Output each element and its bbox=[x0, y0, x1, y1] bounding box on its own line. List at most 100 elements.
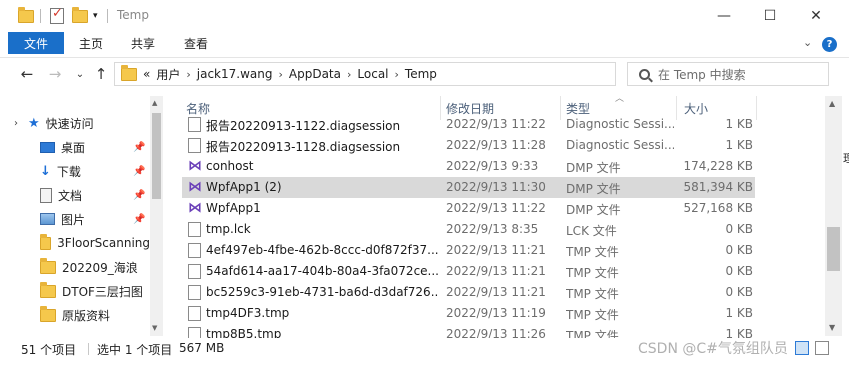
divider bbox=[107, 9, 108, 23]
scrollbar-thumb[interactable] bbox=[827, 227, 840, 271]
file-icon bbox=[188, 222, 201, 237]
tab-share[interactable]: 共享 bbox=[131, 32, 155, 54]
watermark: CSDN @C#气氛组队员 bbox=[638, 341, 788, 357]
scroll-up-icon[interactable]: ▲ bbox=[152, 99, 157, 107]
file-size: 1 KB bbox=[725, 306, 753, 320]
tab-file[interactable]: 文件 bbox=[8, 32, 64, 54]
file-date: 2022/9/13 11:21 bbox=[446, 285, 546, 299]
file-icon bbox=[188, 138, 201, 153]
navigation-pane: › ★ 快速访问 桌面 ↓ 下载 文档 图片 📌 📌 📌 📌 3FloorSca… bbox=[0, 96, 163, 336]
file-name: conhost bbox=[206, 159, 254, 173]
divider bbox=[40, 9, 41, 23]
large-icons-view-icon[interactable] bbox=[815, 341, 829, 355]
breadcrumb-separator[interactable]: › bbox=[186, 68, 190, 81]
list-item[interactable]: tmp.lck 2022/9/13 8:35 LCK 文件 0 KB bbox=[182, 219, 755, 240]
nav-item-folder[interactable]: 3FloorScanning bbox=[40, 232, 150, 254]
search-icon bbox=[639, 68, 650, 80]
chevron-down-icon[interactable]: ⌄ bbox=[803, 36, 812, 49]
nav-item-folder[interactable]: 202209_海浪 bbox=[40, 256, 150, 278]
file-type: TMP 文件 bbox=[566, 245, 619, 259]
breadcrumb-appdata[interactable]: AppData bbox=[289, 67, 341, 81]
folder-icon bbox=[40, 233, 52, 250]
tab-view[interactable]: 查看 bbox=[184, 32, 208, 54]
scroll-up-icon[interactable]: ▲ bbox=[829, 99, 835, 108]
file-name: bc5259c3-91eb-4731-ba6d-d3daf726... bbox=[206, 285, 438, 299]
file-type: DMP 文件 bbox=[566, 182, 621, 196]
close-button[interactable]: ✕ bbox=[793, 0, 839, 32]
list-item-selected[interactable]: ⋈ WpfApp1 (2) 2022/9/13 11:30 DMP 文件 581… bbox=[182, 177, 755, 198]
file-icon bbox=[188, 264, 201, 279]
maximize-button[interactable]: ☐ bbox=[747, 0, 793, 32]
pin-icon[interactable]: 📌 bbox=[133, 214, 145, 225]
breadcrumb-local[interactable]: Local bbox=[357, 67, 388, 81]
file-size: 527,168 KB bbox=[683, 201, 753, 215]
navigation-scrollbar[interactable]: ▲ ▼ bbox=[150, 96, 163, 336]
scrollbar-thumb[interactable] bbox=[152, 113, 161, 199]
pin-icon[interactable]: 📌 bbox=[133, 166, 145, 177]
visual-studio-icon: ⋈ bbox=[188, 200, 202, 216]
folder-icon bbox=[40, 281, 56, 298]
file-type: TMP 文件 bbox=[566, 308, 619, 322]
scroll-down-icon[interactable]: ▼ bbox=[829, 323, 835, 332]
file-name: 报告20220913-1122.diagsession bbox=[206, 119, 401, 133]
document-icon bbox=[40, 187, 52, 203]
list-item[interactable]: ⋈ WpfApp1 2022/9/13 11:22 DMP 文件 527,168… bbox=[182, 198, 755, 219]
pin-icon[interactable]: 📌 bbox=[133, 142, 145, 153]
list-item[interactable]: ⋈ conhost 2022/9/13 9:33 DMP 文件 174,228 … bbox=[182, 156, 755, 177]
chevron-right-icon[interactable]: › bbox=[14, 118, 18, 129]
properties-icon[interactable] bbox=[50, 6, 64, 25]
file-list: 报告20220913-1122.diagsession 2022/9/13 11… bbox=[182, 116, 757, 338]
list-item[interactable]: 报告20220913-1128.diagsession 2022/9/13 11… bbox=[182, 135, 755, 156]
list-item[interactable]: tmp8B5.tmp 2022/9/13 11:26 TMP 文件 1 KB bbox=[182, 324, 755, 338]
file-name: WpfApp1 (2) bbox=[206, 180, 282, 194]
list-item[interactable]: tmp4DF3.tmp 2022/9/13 11:19 TMP 文件 1 KB bbox=[182, 303, 755, 324]
new-folder-icon[interactable] bbox=[72, 6, 88, 25]
nav-item-label: 图片 bbox=[61, 212, 86, 227]
folder-icon bbox=[40, 257, 56, 274]
file-type: TMP 文件 bbox=[566, 329, 619, 338]
download-icon: ↓ bbox=[40, 163, 51, 179]
pictures-icon bbox=[40, 213, 55, 225]
list-item[interactable]: 4ef497eb-4fbe-462b-8ccc-d0f872f37... 202… bbox=[182, 240, 755, 261]
breadcrumb-separator[interactable]: › bbox=[347, 68, 351, 81]
pin-icon[interactable]: 📌 bbox=[133, 190, 145, 201]
file-list-scrollbar[interactable]: ▲ ▼ bbox=[825, 96, 842, 336]
list-item[interactable]: bc5259c3-91eb-4731-ba6d-d3daf726... 2022… bbox=[182, 282, 755, 303]
nav-item-label: 下载 bbox=[56, 164, 81, 179]
file-type: Diagnostic Sessi... bbox=[566, 117, 674, 131]
up-button[interactable]: ↑ bbox=[91, 64, 111, 84]
breadcrumb-users[interactable]: 用户 bbox=[156, 66, 180, 83]
list-item[interactable]: 报告20220913-1122.diagsession 2022/9/13 11… bbox=[182, 116, 755, 135]
tab-home[interactable]: 主页 bbox=[79, 32, 103, 54]
breadcrumb-separator[interactable]: › bbox=[278, 68, 282, 81]
clipped-text: 理 bbox=[843, 152, 849, 165]
sort-indicator-icon: ︿ bbox=[615, 94, 625, 104]
nav-item-folder[interactable]: 原版资料 bbox=[40, 304, 150, 326]
file-date: 2022/9/13 11:19 bbox=[446, 306, 546, 320]
nav-item-label: 原版资料 bbox=[62, 308, 111, 323]
help-icon[interactable]: ? bbox=[822, 37, 837, 52]
recent-locations-button[interactable]: ⌄ bbox=[70, 64, 90, 84]
list-item[interactable]: 54afd614-aa17-404b-80a4-3fa072ce... 2022… bbox=[182, 261, 755, 282]
forward-button[interactable]: → bbox=[45, 64, 65, 84]
details-view-icon[interactable] bbox=[795, 341, 809, 355]
breadcrumb-temp[interactable]: Temp bbox=[405, 67, 437, 81]
minimize-button[interactable]: — bbox=[701, 0, 747, 32]
breadcrumb-separator[interactable]: › bbox=[395, 68, 399, 81]
file-size: 0 KB bbox=[725, 285, 753, 299]
nav-item-folder[interactable]: DTOF三层扫图 bbox=[40, 280, 150, 302]
customize-toolbar-icon[interactable]: ▾ bbox=[93, 7, 98, 25]
nav-item-quick-access[interactable]: › ★ 快速访问 bbox=[14, 112, 163, 134]
address-bar[interactable]: « 用户 › jack17.wang › AppData › Local › T… bbox=[114, 62, 727, 86]
file-name: tmp8B5.tmp bbox=[206, 327, 282, 338]
breadcrumb-overflow[interactable]: « bbox=[143, 67, 150, 81]
file-icon bbox=[188, 117, 201, 132]
file-icon bbox=[188, 306, 201, 321]
search-input[interactable]: 在 Temp 中搜索 bbox=[627, 62, 829, 86]
back-button[interactable]: ← bbox=[17, 64, 37, 84]
breadcrumb-user[interactable]: jack17.wang bbox=[197, 67, 273, 81]
visual-studio-icon: ⋈ bbox=[188, 179, 202, 195]
file-type: DMP 文件 bbox=[566, 161, 621, 175]
file-date: 2022/9/13 11:22 bbox=[446, 201, 546, 215]
scroll-down-icon[interactable]: ▼ bbox=[152, 324, 157, 332]
